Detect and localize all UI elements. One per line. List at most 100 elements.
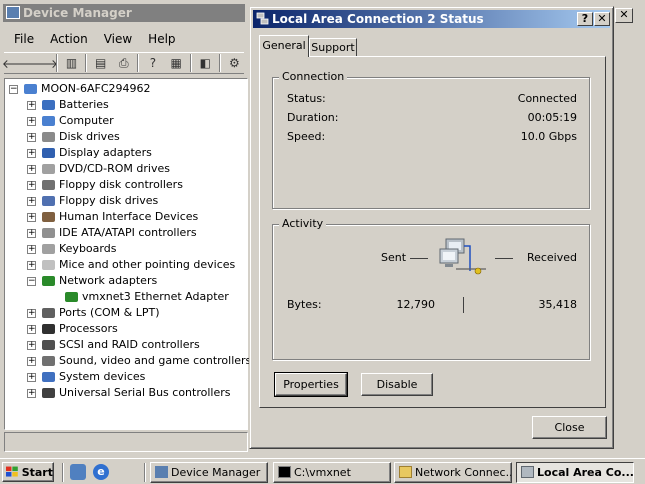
tree-item[interactable]: + Processors xyxy=(27,321,118,337)
sent-line xyxy=(410,258,428,259)
device-manager-icon xyxy=(6,6,20,19)
tree-item[interactable]: + Mice and other pointing devices xyxy=(27,257,235,273)
forward-arrow-icon[interactable]: 🡒 xyxy=(26,54,58,72)
update-driver-icon[interactable]: ⚙ xyxy=(225,54,244,72)
show-desktop-icon[interactable] xyxy=(70,464,86,480)
tab-support[interactable]: Support xyxy=(309,38,357,57)
device-manager-title-bar[interactable]: Device Manager xyxy=(3,4,245,22)
floppy-drive-icon xyxy=(40,194,56,208)
tree-item[interactable]: + Display adapters xyxy=(27,145,152,161)
collapse-icon[interactable]: − xyxy=(27,276,36,286)
device-manager-title: Device Manager xyxy=(23,6,132,20)
network-connection-task-icon xyxy=(521,466,534,478)
status-bar xyxy=(4,432,248,452)
dialog-close-button[interactable]: ✕ xyxy=(594,12,610,26)
show-hide-tree-icon[interactable]: ▥ xyxy=(62,54,81,72)
expand-icon[interactable]: + xyxy=(27,308,36,318)
expand-icon[interactable]: + xyxy=(27,212,36,222)
menu-bar: File Action View Help xyxy=(6,30,184,48)
dialog-title: Local Area Connection 2 Status xyxy=(272,12,484,26)
expand-icon[interactable]: + xyxy=(27,100,36,110)
task-network-connections[interactable]: Network Connec... xyxy=(394,462,512,483)
toolbar-separator xyxy=(85,54,88,72)
task-label: Device Manager xyxy=(171,466,261,479)
mouse-icon xyxy=(40,258,56,272)
expand-icon[interactable]: + xyxy=(27,340,36,350)
folder-icon xyxy=(399,466,412,478)
expand-icon[interactable]: + xyxy=(27,260,36,270)
task-local-area-connection[interactable]: Local Area Co... xyxy=(516,462,634,483)
tree-item[interactable]: − Network adapters xyxy=(27,273,157,289)
task-device-manager[interactable]: Device Manager xyxy=(150,462,268,483)
expand-icon[interactable]: + xyxy=(27,324,36,334)
print-icon[interactable]: ⎙ xyxy=(114,54,133,72)
tree-item[interactable]: + System devices xyxy=(27,369,145,385)
expand-icon[interactable]: + xyxy=(27,196,36,206)
expand-icon[interactable]: + xyxy=(27,356,36,366)
device-tree: − MOON-6AFC294962 + Batteries + Computer + Di… xyxy=(4,78,251,430)
received-line xyxy=(495,258,513,259)
menu-file[interactable]: File xyxy=(6,30,42,48)
tree-root-label: MOON-6AFC294962 xyxy=(41,82,151,95)
dialog-help-button[interactable]: ? xyxy=(577,12,593,26)
properties-icon[interactable]: ▤ xyxy=(91,54,110,72)
general-tab-panel: Connection Status: Connected Duration: 0… xyxy=(259,56,606,408)
expand-icon[interactable]: + xyxy=(27,148,36,158)
tree-item[interactable]: + DVD/CD-ROM drives xyxy=(27,161,170,177)
properties-button[interactable]: Properties xyxy=(274,372,348,397)
tree-child-item[interactable]: vmxnet3 Ethernet Adapter xyxy=(63,289,229,305)
device-manager-close-button[interactable]: ✕ xyxy=(615,8,633,23)
speed-label: Speed: xyxy=(287,130,326,143)
menu-action[interactable]: Action xyxy=(42,30,96,48)
tree-item[interactable]: + Floppy disk drives xyxy=(27,193,158,209)
tree-item[interactable]: + Ports (COM & LPT) xyxy=(27,305,160,321)
task-command-prompt[interactable]: C:\vmxnet xyxy=(273,462,391,483)
expand-icon[interactable]: + xyxy=(27,372,36,382)
toolbar-separator xyxy=(218,54,221,72)
expand-icon[interactable]: + xyxy=(27,132,36,142)
internet-explorer-icon[interactable]: e xyxy=(93,464,109,480)
tree-item[interactable]: + Keyboards xyxy=(27,241,116,257)
expand-icon[interactable]: + xyxy=(27,164,36,174)
collapse-icon[interactable]: − xyxy=(9,84,18,94)
disk-drive-icon xyxy=(40,130,56,144)
tree-item[interactable]: + Computer xyxy=(27,113,114,129)
expand-icon[interactable]: + xyxy=(27,244,36,254)
tree-item-label: DVD/CD-ROM drives xyxy=(59,162,170,175)
bytes-divider xyxy=(463,297,464,313)
sound-icon xyxy=(40,354,56,368)
expand-icon[interactable]: + xyxy=(27,388,36,398)
tree-item[interactable]: + Floppy disk controllers xyxy=(27,177,183,193)
network-activity-icon xyxy=(439,238,486,275)
menu-help[interactable]: Help xyxy=(140,30,183,48)
disable-button[interactable]: Disable xyxy=(361,373,433,396)
tree-item[interactable]: + Disk drives xyxy=(27,129,120,145)
scsi-icon xyxy=(40,338,56,352)
tree-item[interactable]: + Sound, video and game controllers xyxy=(27,353,251,369)
tree-item[interactable]: + Human Interface Devices xyxy=(27,209,198,225)
computer-icon xyxy=(22,82,38,96)
display-adapter-icon xyxy=(40,146,56,160)
tree-item[interactable]: + IDE ATA/ATAPI controllers xyxy=(27,225,197,241)
close-button[interactable]: Close xyxy=(532,416,607,439)
tree-item[interactable]: + SCSI and RAID controllers xyxy=(27,337,200,353)
expand-icon[interactable]: + xyxy=(27,116,36,126)
tree-item-label: System devices xyxy=(59,370,146,383)
tab-general[interactable]: General xyxy=(259,35,309,57)
network-connection-icon xyxy=(256,12,269,25)
tree-item-label: Batteries xyxy=(59,98,109,111)
start-button[interactable]: Start xyxy=(2,462,54,482)
show-details-icon[interactable]: ▦ xyxy=(167,54,186,72)
expand-icon[interactable]: + xyxy=(27,228,36,238)
tree-item-label: Keyboards xyxy=(59,242,117,255)
bytes-label: Bytes: xyxy=(287,298,322,311)
expand-icon[interactable]: + xyxy=(27,180,36,190)
scan-hardware-icon[interactable]: ◧ xyxy=(196,54,215,72)
menu-view[interactable]: View xyxy=(96,30,140,48)
tree-root[interactable]: − MOON-6AFC294962 xyxy=(9,81,151,97)
dialog-title-bar[interactable]: Local Area Connection 2 Status xyxy=(253,10,610,28)
tree-item[interactable]: + Universal Serial Bus controllers xyxy=(27,385,230,401)
tree-item[interactable]: + Batteries xyxy=(27,97,109,113)
help-icon[interactable]: ? xyxy=(143,54,162,72)
tree-child-label: vmxnet3 Ethernet Adapter xyxy=(82,290,229,303)
